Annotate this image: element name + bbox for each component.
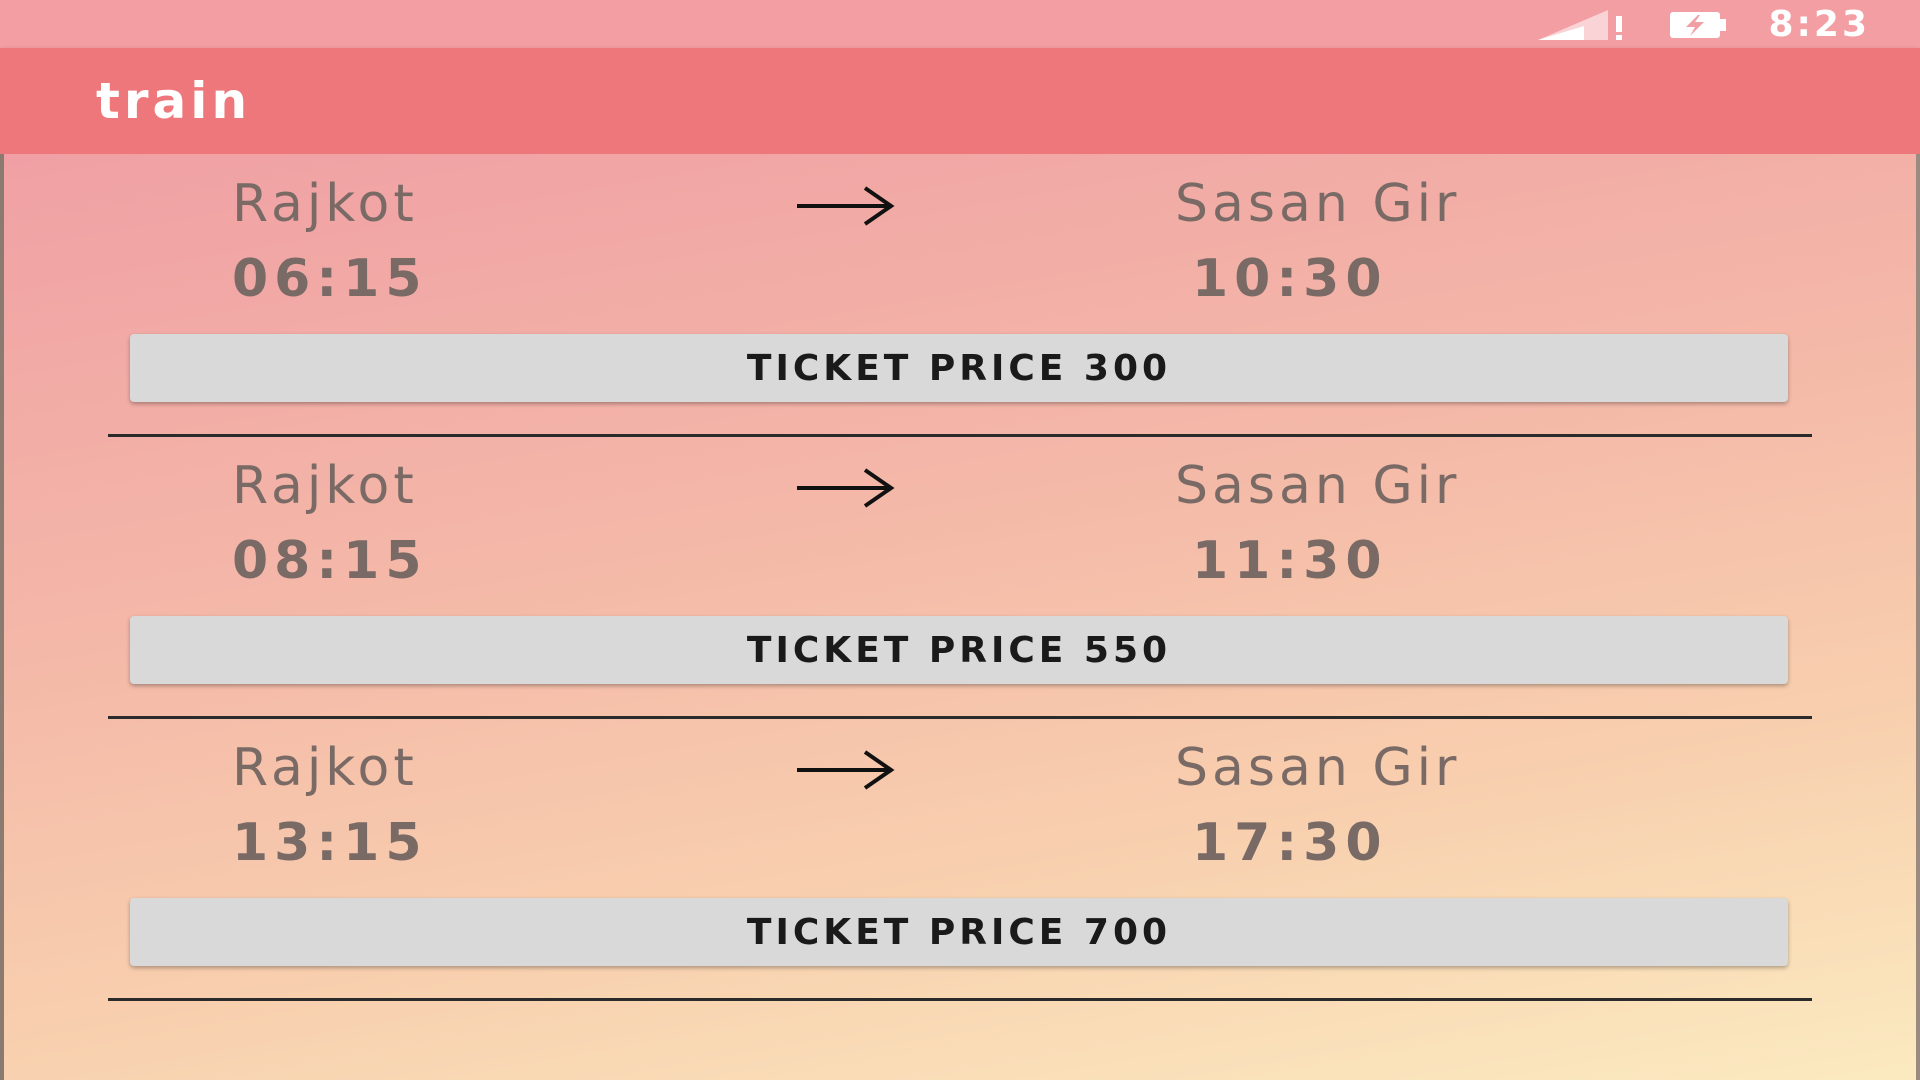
ticket-price-button[interactable]: TICKET PRICE 700	[130, 898, 1788, 966]
departure-time: 08:15	[232, 531, 428, 591]
to-station: Sasan Gir	[1175, 738, 1461, 798]
arrival-time: 17:30	[1192, 813, 1388, 873]
arrow-right-icon	[797, 750, 895, 790]
train-item: Rajkot Sasan Gir 08:15 11:30 TICKET PRIC…	[0, 436, 1920, 719]
arrow-right-icon	[797, 186, 895, 226]
app-title: train	[96, 72, 252, 130]
departure-time: 06:15	[232, 249, 428, 309]
divider	[108, 998, 1812, 1001]
app-bar: train	[0, 48, 1920, 154]
arrival-time: 10:30	[1192, 249, 1388, 309]
from-station: Rajkot	[232, 456, 418, 516]
status-bar: 8:23	[0, 0, 1920, 48]
train-item: Rajkot Sasan Gir 13:15 17:30 TICKET PRIC…	[0, 718, 1920, 1001]
signal-strength-icon	[1538, 10, 1623, 40]
train-list[interactable]: Rajkot Sasan Gir 06:15 10:30 TICKET PRIC…	[0, 154, 1920, 1080]
battery-charging-icon	[1670, 12, 1727, 38]
ticket-price-button[interactable]: TICKET PRICE 550	[130, 616, 1788, 684]
to-station: Sasan Gir	[1175, 174, 1461, 234]
arrow-right-icon	[797, 468, 895, 508]
from-station: Rajkot	[232, 174, 418, 234]
arrival-time: 11:30	[1192, 531, 1388, 591]
status-clock: 8:23	[1768, 3, 1870, 45]
from-station: Rajkot	[232, 738, 418, 798]
left-edge	[0, 154, 4, 1080]
departure-time: 13:15	[232, 813, 428, 873]
right-edge	[1916, 154, 1920, 1080]
ticket-price-button[interactable]: TICKET PRICE 300	[130, 334, 1788, 402]
status-icons: 8:23	[1538, 3, 1870, 45]
train-item: Rajkot Sasan Gir 06:15 10:30 TICKET PRIC…	[0, 154, 1920, 437]
to-station: Sasan Gir	[1175, 456, 1461, 516]
